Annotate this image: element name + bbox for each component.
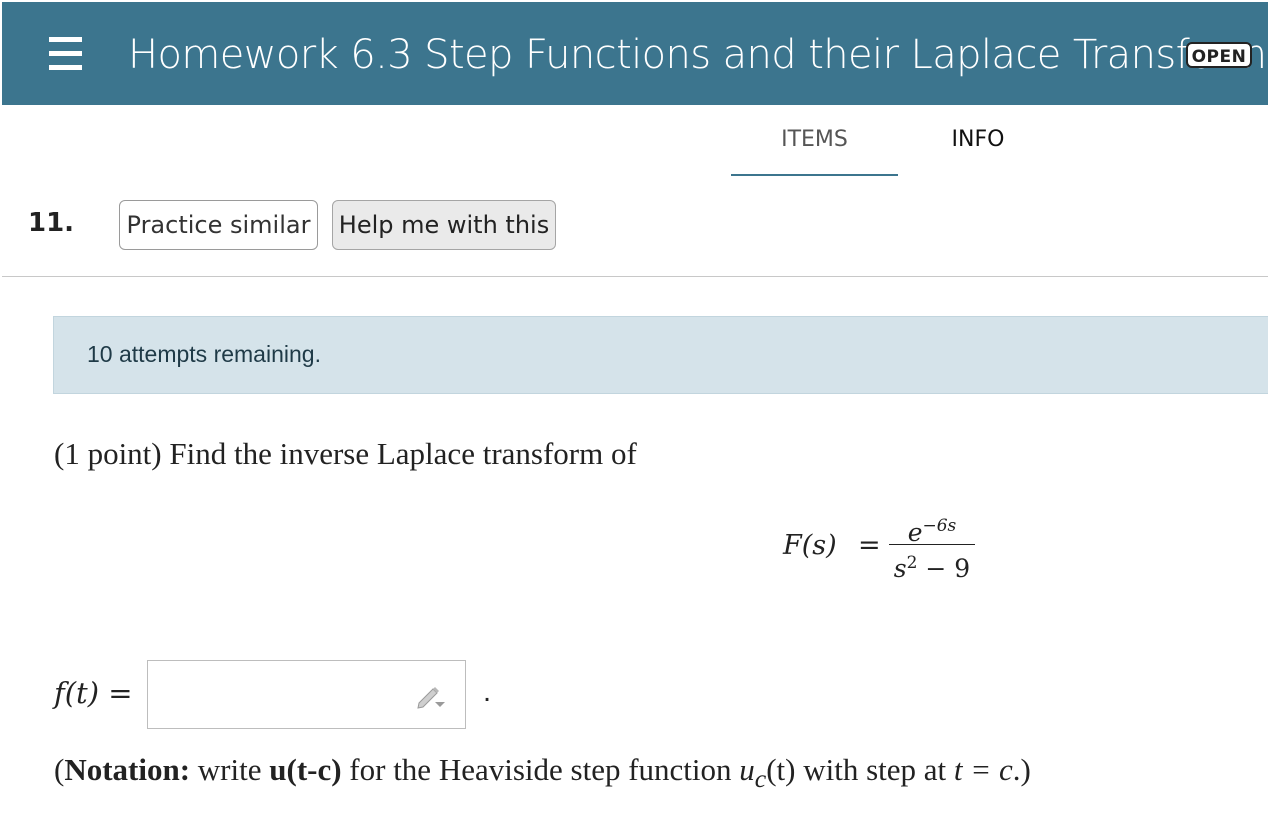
fraction: e−6s s2 − 9 — [889, 508, 975, 583]
tab-info[interactable]: INFO — [898, 120, 1058, 174]
answer-suffix: . — [483, 676, 492, 708]
help-me-button[interactable]: Help me with this — [332, 200, 556, 250]
practice-similar-button[interactable]: Practice similar — [119, 200, 318, 250]
answer-field[interactable] — [147, 660, 466, 729]
answer-label: f(t) = — [54, 676, 133, 710]
tab-items[interactable]: ITEMS — [731, 120, 898, 176]
divider — [2, 276, 1268, 277]
notation-note: (Notation: write u(t-c) for the Heavisid… — [54, 752, 1031, 794]
equation-lhs: F(s) — [783, 530, 837, 561]
page-header: Homework 6.3 Step Functions and their La… — [2, 2, 1268, 105]
answer-input[interactable] — [154, 667, 408, 723]
problem-prompt: (1 point) Find the inverse Laplace trans… — [54, 436, 637, 471]
attempts-banner: 10 attempts remaining. — [53, 316, 1268, 394]
attempts-text: 10 attempts remaining. — [87, 341, 321, 367]
page-title: Homework 6.3 Step Functions and their La… — [128, 32, 1268, 78]
transform-equation: F(s) = e−6s s2 − 9 — [783, 508, 983, 588]
equation-equals: = — [858, 530, 881, 561]
status-badge: OPEN — [1186, 42, 1252, 68]
question-number: 11. — [28, 208, 75, 238]
fraction-denominator: s2 − 9 — [893, 553, 971, 583]
pencil-edit-icon[interactable] — [415, 683, 449, 709]
fraction-numerator: e−6s — [907, 516, 957, 547]
hamburger-menu-icon[interactable] — [49, 37, 82, 71]
